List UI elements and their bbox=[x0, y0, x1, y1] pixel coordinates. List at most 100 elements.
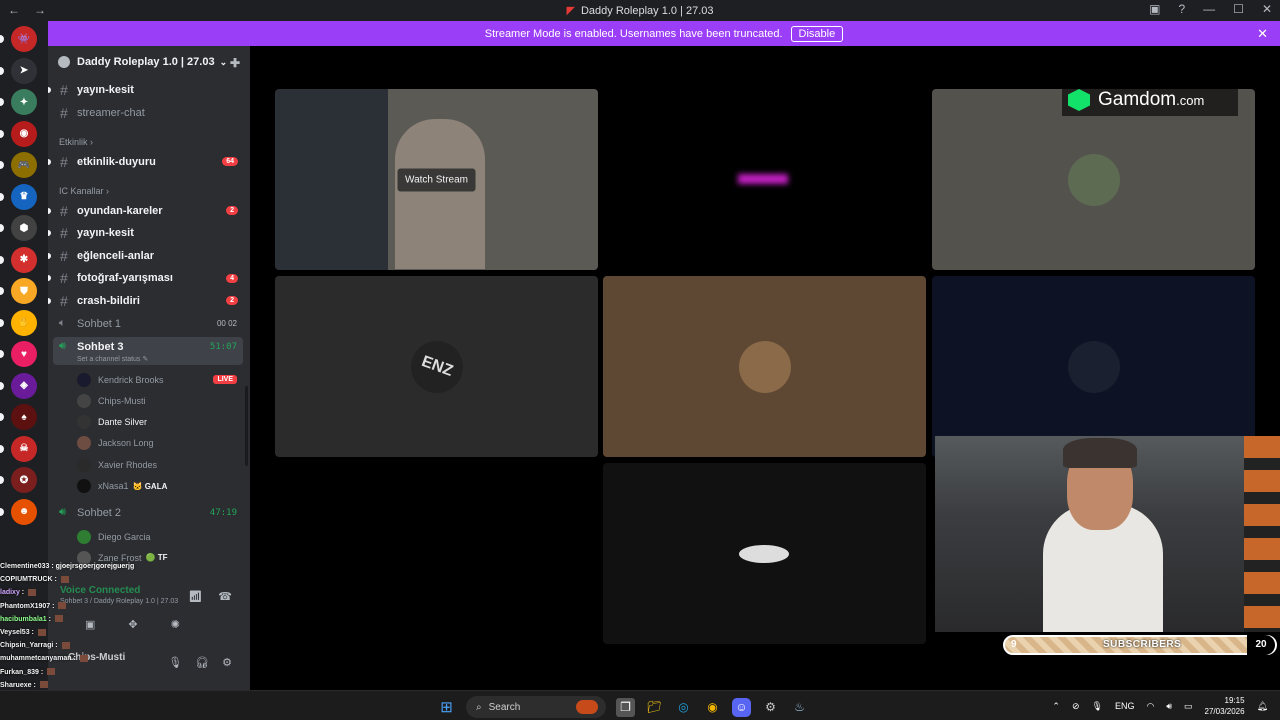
chat-message: Furkan_839 : bbox=[0, 666, 200, 679]
voice-user[interactable]: Dante Silver bbox=[77, 412, 237, 433]
voice-channel-name: Sohbet 2 bbox=[77, 507, 122, 519]
screen-icon[interactable]: ▣ bbox=[1149, 2, 1160, 16]
server-icon-15[interactable]: ☻ bbox=[11, 498, 37, 525]
server-icon-7[interactable]: ✱ bbox=[11, 246, 37, 273]
server-icon-0[interactable]: 👾 bbox=[11, 26, 37, 52]
server-icon-10[interactable]: ♥ bbox=[11, 341, 37, 367]
channel-item[interactable]: # oyundan-kareler 2 bbox=[48, 200, 250, 221]
avatar bbox=[1067, 153, 1120, 206]
video-tile[interactable] bbox=[603, 89, 926, 270]
voice-user-name: Jackson Long bbox=[98, 438, 154, 449]
wifi-icon[interactable]: ◠ bbox=[1146, 701, 1154, 712]
edge-icon[interactable]: ◎ bbox=[674, 698, 693, 717]
streamer-mode-banner: Streamer Mode is enabled. Usernames have… bbox=[48, 21, 1280, 46]
channel-name: fotoğraf-yarışması bbox=[77, 272, 173, 285]
sponsor-suffix: .com bbox=[1176, 92, 1205, 108]
watch-stream-button[interactable]: Watch Stream bbox=[397, 168, 476, 191]
voice-user[interactable]: Jackson Long bbox=[77, 433, 237, 454]
disconnect-icon[interactable]: ☎︎ bbox=[218, 590, 232, 603]
user-tile[interactable] bbox=[603, 463, 926, 644]
avatar bbox=[738, 544, 789, 563]
task-view-icon[interactable]: ❐ bbox=[616, 697, 635, 717]
add-user-icon[interactable]: ✚ bbox=[230, 56, 240, 70]
voice-channel-sohbet-1[interactable]: 🔈︎ Sohbet 1 00 02 bbox=[53, 314, 243, 335]
server-icon-1[interactable]: ➤ bbox=[11, 57, 37, 84]
user-tile[interactable] bbox=[932, 276, 1255, 457]
hash-icon: # bbox=[60, 104, 68, 121]
server-icon-5[interactable]: ♛ bbox=[11, 183, 37, 210]
clock[interactable]: 19:15 27/03/2026 bbox=[1205, 695, 1245, 717]
user-tile[interactable]: ENZ bbox=[275, 276, 598, 457]
steam-icon[interactable]: ♨ bbox=[790, 698, 809, 717]
voice-user[interactable]: xNasa1 🐱 GALA bbox=[77, 476, 237, 497]
chevron-up-icon[interactable]: ⌃ bbox=[1052, 701, 1060, 712]
microphone-tray-icon[interactable]: 🎙︎ bbox=[1092, 701, 1103, 712]
clock-date: 27/03/2026 bbox=[1204, 707, 1245, 716]
minimize-button[interactable]: — bbox=[1203, 2, 1215, 16]
help-icon[interactable]: ? bbox=[1178, 2, 1185, 16]
voice-user[interactable]: Xavier Rhodes bbox=[77, 454, 237, 475]
server-header[interactable]: Daddy Roleplay 1.0 | 27.03 ⌄ ✚ bbox=[48, 46, 250, 78]
sidebar-scrollbar[interactable] bbox=[245, 386, 248, 466]
channel-item[interactable]: # yayın-kesit bbox=[48, 223, 250, 244]
discord-icon[interactable]: ☺ bbox=[732, 697, 751, 717]
battery-icon[interactable]: ▭ bbox=[1184, 701, 1193, 712]
channel-etkinlik-duyuru[interactable]: # etkinlik-duyuru 64 bbox=[48, 151, 250, 172]
avatar bbox=[1067, 340, 1120, 393]
server-icon-3[interactable]: ◉ bbox=[11, 120, 37, 147]
server-icon-9[interactable]: ✋ bbox=[11, 309, 37, 336]
channel-yayin-kesit[interactable]: # yayın-kesit bbox=[48, 79, 250, 100]
channel-name: etkinlik-duyuru bbox=[77, 155, 156, 168]
channel-item[interactable]: # crash-bildiri 2 bbox=[48, 290, 250, 311]
close-window-button[interactable]: ✕ bbox=[1262, 2, 1272, 16]
server-icon-8[interactable]: ⛊ bbox=[11, 278, 37, 304]
server-icon-6[interactable]: ⬢ bbox=[11, 215, 37, 241]
voice-channel-name: Sohbet 1 bbox=[77, 318, 122, 330]
maximize-button[interactable]: ☐ bbox=[1233, 2, 1244, 16]
disable-streamer-mode-button[interactable]: Disable bbox=[790, 25, 844, 42]
avatar bbox=[77, 529, 91, 544]
avatar bbox=[77, 479, 91, 493]
chat-message: Chipsin_Yarragi : bbox=[0, 639, 200, 652]
server-icon-14[interactable]: ✪ bbox=[11, 467, 37, 493]
user-tile[interactable] bbox=[932, 89, 1255, 270]
chat-message: PhantomX1907 : bbox=[0, 600, 200, 613]
chat-username: Chipsin_Yarragi bbox=[0, 642, 54, 650]
voice-channel-sohbet-2[interactable]: 🔊︎ Sohbet 2 47:19 bbox=[53, 503, 243, 524]
category-etkinlik[interactable]: Etkinlik › bbox=[59, 137, 93, 147]
server-icon-4[interactable]: 🎮 bbox=[11, 152, 37, 178]
settings-app-icon[interactable]: ⚙ bbox=[761, 698, 780, 717]
user-tile[interactable] bbox=[603, 276, 926, 457]
unread-pill bbox=[0, 507, 4, 516]
channel-item[interactable]: # eğlenceli-anlar bbox=[48, 245, 250, 266]
network-off-icon[interactable]: ⊘ bbox=[1072, 701, 1080, 712]
chat-username: muhammetcanyaman bbox=[0, 655, 72, 663]
volume-icon[interactable]: 🔊︎ bbox=[1166, 701, 1172, 712]
server-icon-13[interactable]: ☠ bbox=[11, 435, 37, 462]
voice-channel-sohbet-3[interactable]: 🔊︎ Sohbet 3 51:07 Set a channel status ✎ bbox=[53, 337, 243, 365]
notification-bell-icon[interactable]: 🔔︎ bbox=[1257, 701, 1268, 712]
chrome-icon[interactable]: ◉ bbox=[703, 698, 722, 717]
windows-start-icon[interactable]: ⊞ bbox=[437, 698, 456, 717]
category-ic-kanallar[interactable]: IC Kanallar › bbox=[59, 186, 109, 196]
channel-item[interactable]: # fotoğraf-yarışması 4 bbox=[48, 268, 250, 289]
channel-name: oyundan-kareler bbox=[77, 204, 163, 217]
server-icon-11[interactable]: ◈ bbox=[11, 372, 37, 399]
close-banner-icon[interactable]: ✕ bbox=[1257, 26, 1268, 42]
language-indicator[interactable]: ENG bbox=[1115, 701, 1135, 711]
chat-message: hacibumbala1 : bbox=[0, 613, 200, 626]
server-icon-12[interactable]: ♠ bbox=[11, 404, 37, 430]
voice-user[interactable]: Diego Garcia bbox=[77, 526, 237, 547]
stream-tile[interactable]: Watch Stream bbox=[275, 89, 598, 270]
file-explorer-icon[interactable]: 📁︎ bbox=[645, 698, 664, 717]
chat-username: PhantomX1907 bbox=[0, 602, 51, 610]
sub-goal: 20 bbox=[1247, 635, 1275, 655]
channel-streamer-chat[interactable]: # streamer-chat bbox=[48, 102, 250, 123]
server-icon-2[interactable]: ✦ bbox=[11, 89, 37, 115]
settings-gear-icon[interactable]: ⚙ bbox=[222, 656, 232, 669]
taskbar-search[interactable]: ⌕ Search bbox=[466, 696, 606, 718]
voice-user[interactable]: Kendrick Brooks LIVE bbox=[77, 369, 237, 390]
server-icon bbox=[58, 56, 70, 68]
set-channel-status[interactable]: Set a channel status ✎ bbox=[77, 355, 148, 363]
voice-user[interactable]: Chips-Musti bbox=[77, 390, 237, 411]
